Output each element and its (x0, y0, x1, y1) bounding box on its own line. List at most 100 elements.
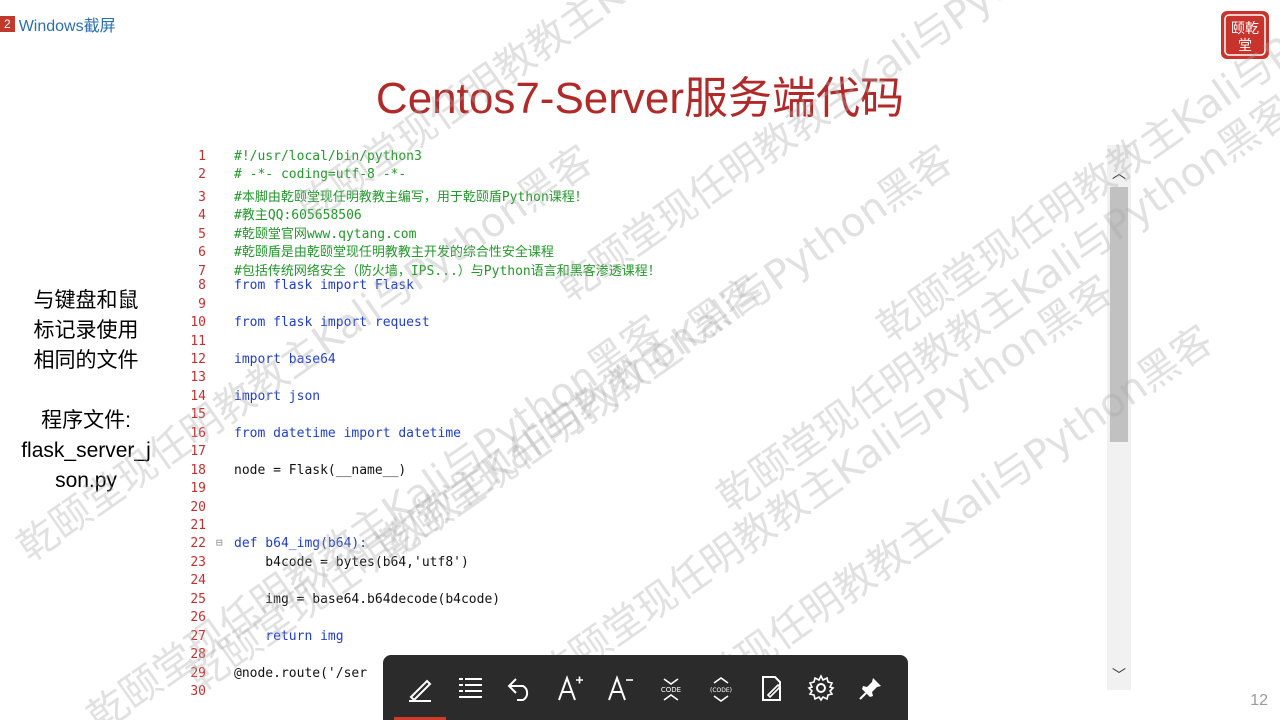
code-line: 27 return img (180, 628, 344, 647)
code-line: 7 #包括传统网络安全（防火墙，IPS...）与Python语言和黑客渗透课程！ (180, 260, 661, 279)
line-number: 20 (190, 499, 206, 515)
code-line: 18 node = Flask(__name__) (180, 463, 406, 481)
code-text: #教主QQ:605658506 (234, 208, 362, 224)
code-line: 6 #乾颐盾是由乾颐堂现任明教教主开发的综合性安全课程 (180, 241, 554, 261)
code-text: from flask import Flask (234, 278, 415, 294)
code-line: 22 def b64_img(b64): ⊟ (180, 536, 367, 554)
code-line: 23 b4code = bytes(b64,'utf8') (180, 554, 469, 573)
slide-title: Centos7-Server服务端代码 (375, 74, 905, 123)
line-number: 30 (190, 684, 206, 700)
badge-text: Windows截屏 (18, 18, 116, 35)
code-line: 11 (180, 334, 234, 352)
list-icon[interactable] (450, 668, 490, 708)
line-number: 13 (190, 370, 206, 386)
svg-text:颐乾: 颐乾 (1231, 21, 1259, 37)
undo-icon[interactable] (500, 668, 540, 708)
qytang-seal-logo: 颐乾 堂 (1221, 11, 1269, 59)
line-number: 5 (198, 226, 206, 242)
window-badge: 2 Windows截屏 (0, 12, 116, 36)
side-note-line: 标记录使用 (33, 319, 139, 342)
code-collapse-icon[interactable]: CODE (651, 668, 691, 708)
scroll-up-icon[interactable]: ︿ (1107, 163, 1131, 183)
svg-text:(CODE): (CODE) (710, 687, 732, 694)
line-number: 10 (190, 315, 206, 331)
code-text: import base64 (234, 351, 336, 367)
code-line: 29 @node.route('/ser (180, 666, 367, 684)
code-text: node = Flask(__name__) (234, 462, 407, 478)
scrollbar-thumb[interactable] (1110, 187, 1128, 442)
pen-icon[interactable] (394, 668, 447, 720)
svg-text:堂: 堂 (1238, 38, 1252, 54)
font-decrease-icon[interactable] (600, 668, 640, 708)
code-line: 9 (180, 297, 234, 315)
code-line: 20 (180, 500, 234, 518)
svg-text:CODE: CODE (660, 686, 680, 694)
line-number: 2 (198, 167, 206, 183)
code-line: 24 (180, 573, 234, 591)
code-text: @node.route('/ser (234, 665, 368, 681)
line-number: 9 (198, 296, 206, 312)
code-text: img = base64.b64decode(b4code) (234, 591, 501, 607)
line-number: 12 (190, 351, 206, 367)
line-number: 18 (190, 462, 206, 478)
badge-number: 2 (0, 16, 15, 32)
code-line: 3 #本脚由乾颐堂现任明教教主编写，用于乾颐盾Python课程！ (180, 186, 588, 205)
pin-icon[interactable] (851, 668, 891, 708)
code-line: 28 (180, 647, 234, 665)
line-number: 21 (190, 518, 206, 533)
vertical-scrollbar[interactable]: ︿ ﹀ (1107, 145, 1131, 690)
scroll-down-icon[interactable]: ﹀ (1107, 665, 1131, 685)
line-number: 3 (198, 189, 206, 205)
code-line: 15 (180, 407, 234, 425)
line-number: 1 (198, 149, 206, 164)
line-number: 28 (190, 647, 206, 663)
code-line: 14 import json (180, 389, 320, 407)
code-line: 13 (180, 370, 234, 388)
code-text: #!/usr/local/bin/python3 (234, 149, 422, 164)
note-edit-icon[interactable] (751, 668, 791, 708)
code-editor[interactable]: 1 #!/usr/local/bin/python3 2 # -*- coding=u… (180, 145, 1100, 705)
line-number: 7 (198, 263, 206, 279)
code-line: 16 from datetime import datetime (180, 426, 461, 444)
line-number: 17 (190, 444, 206, 460)
code-line: 17 (180, 444, 234, 462)
code-line: 4 #教主QQ:605658506 (180, 204, 362, 224)
code-text: # -*- coding=utf-8 -*- (234, 167, 407, 183)
code-line: 2 # -*- coding=utf-8 -*- (180, 167, 406, 185)
line-number: 29 (190, 665, 206, 681)
code-text: #乾颐堂官网www.qytang.com (234, 226, 417, 242)
side-note-line: flask_server_j (21, 439, 151, 462)
line-number: 25 (190, 591, 206, 607)
code-line: 21 (180, 518, 234, 536)
code-text: from flask import request (234, 315, 430, 331)
annotation-toolbar: CODE (CODE) (383, 655, 908, 720)
fold-toggle-icon[interactable]: ⊟ (216, 536, 223, 549)
side-note-line: 相同的文件 (33, 349, 139, 372)
code-line: 30 (180, 684, 234, 702)
code-text: #包括传统网络安全（防火墙，IPS...）与Python语言和黑客渗透课程！ (234, 263, 661, 279)
code-line: 26 (180, 610, 234, 628)
code-text: #本脚由乾颐堂现任明教教主编写，用于乾颐盾Python课程！ (234, 189, 588, 205)
line-number: 16 (190, 425, 206, 441)
line-number: 19 (190, 481, 206, 497)
code-expand-icon[interactable]: (CODE) (701, 668, 741, 708)
line-number: 24 (190, 573, 206, 589)
code-line: 1 #!/usr/local/bin/python3 (180, 149, 422, 167)
line-number: 23 (190, 554, 206, 570)
code-line: 12 import base64 (180, 351, 336, 370)
side-note-line: 与键盘和鼠 (33, 289, 139, 312)
code-text: import json (234, 388, 321, 404)
code-text: return img (234, 628, 344, 644)
line-number: 6 (198, 245, 206, 261)
line-number: 15 (190, 407, 206, 423)
line-number: 27 (190, 628, 206, 644)
code-text: from datetime import datetime (234, 425, 461, 441)
font-increase-icon[interactable] (550, 668, 590, 708)
code-line: 19 (180, 481, 234, 499)
settings-icon[interactable] (801, 668, 841, 708)
code-text: b4code = bytes(b64,'utf8') (234, 554, 469, 570)
code-text: #乾颐盾是由乾颐堂现任明教教主开发的综合性安全课程 (234, 245, 554, 261)
line-number: 4 (198, 208, 206, 224)
code-line: 10 from flask import request (180, 315, 430, 333)
line-number: 11 (190, 333, 206, 349)
